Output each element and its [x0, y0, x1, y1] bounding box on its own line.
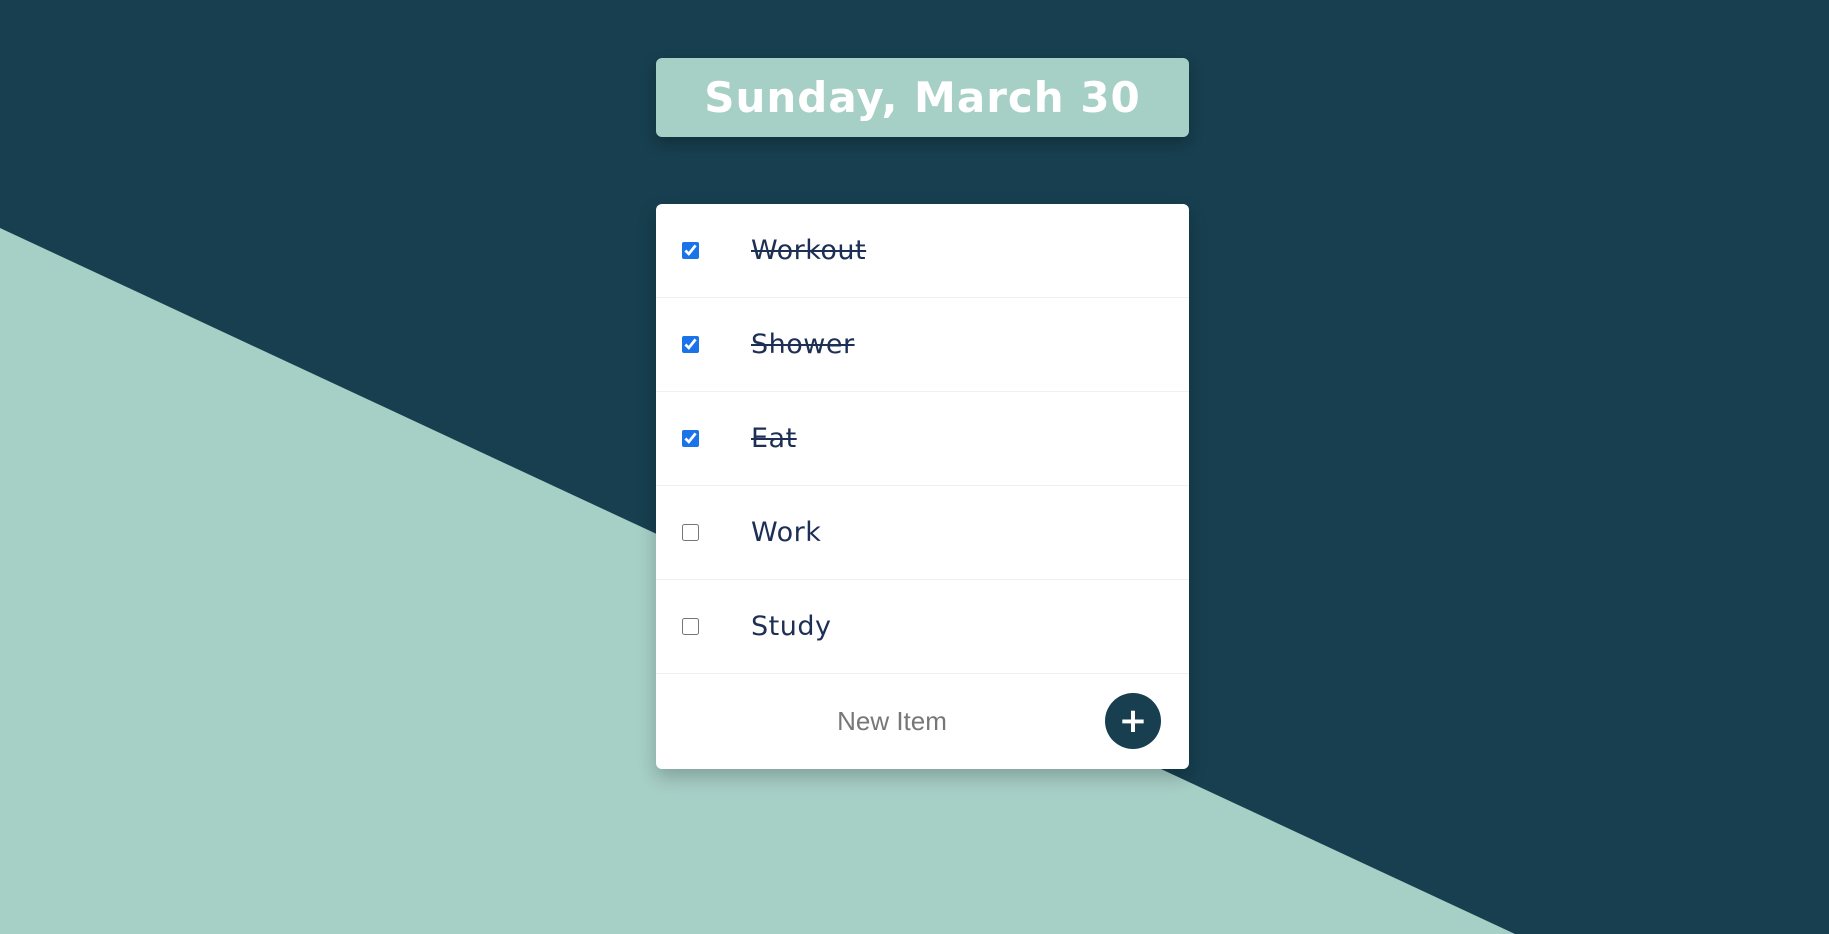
new-item-input[interactable]: [680, 704, 1104, 738]
todo-item: Eat: [656, 392, 1189, 486]
date-title: Sunday, March 30: [704, 73, 1141, 122]
todo-list: Workout Shower Eat Work Study: [656, 204, 1189, 674]
new-item-form: +: [656, 674, 1189, 768]
todo-item: Study: [656, 580, 1189, 674]
todo-checkbox[interactable]: [682, 618, 699, 635]
todo-checkbox[interactable]: [682, 336, 699, 353]
add-item-button[interactable]: +: [1105, 693, 1161, 749]
todo-item: Workout: [656, 204, 1189, 298]
todo-card: Workout Shower Eat Work Study +: [656, 204, 1189, 769]
todo-checkbox[interactable]: [682, 430, 699, 447]
todo-label: Shower: [751, 329, 855, 360]
todo-item: Work: [656, 486, 1189, 580]
todo-label: Work: [751, 517, 822, 548]
todo-checkbox[interactable]: [682, 524, 699, 541]
todo-label: Workout: [751, 235, 867, 266]
todo-checkbox[interactable]: [682, 242, 699, 259]
date-header: Sunday, March 30: [656, 58, 1189, 137]
todo-label: Study: [751, 611, 832, 642]
todo-label: Eat: [751, 423, 797, 454]
plus-icon: +: [1118, 701, 1148, 741]
todo-item: Shower: [656, 298, 1189, 392]
